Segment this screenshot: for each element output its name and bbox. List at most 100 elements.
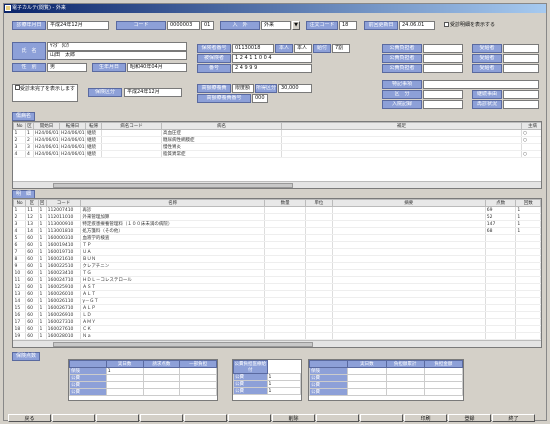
summary-cell[interactable] <box>142 374 181 382</box>
summary-cell[interactable] <box>385 374 425 382</box>
column-header[interactable]: 点数 <box>484 199 517 207</box>
summary-cell[interactable]: 1 <box>266 387 301 395</box>
summary-cell[interactable] <box>385 388 425 396</box>
date-field[interactable]: 平成24年12月 <box>47 21 109 30</box>
disease-row[interactable]: 4 4 H24/06/01 H24/06/01 継続 脂質異常症 ○ <box>13 150 541 158</box>
column-header[interactable]: コード <box>45 199 82 207</box>
revisit-field[interactable] <box>503 100 539 109</box>
public-funder-field[interactable] <box>423 54 463 63</box>
column-header[interactable]: 回 <box>37 199 47 207</box>
summary-cell[interactable] <box>423 388 464 396</box>
prev-date-field[interactable]: 24.06.01 <box>399 21 435 30</box>
insured-type-field[interactable]: 本人 <box>294 44 312 53</box>
order-field[interactable]: 18 <box>339 21 357 30</box>
column-header[interactable]: 回数 <box>515 199 541 207</box>
detail-row[interactable]: 12 60 1 160025910 ＡＳＴ <box>13 283 541 291</box>
scroll-thumb[interactable] <box>53 183 293 188</box>
disease-hscroll[interactable] <box>13 181 541 188</box>
detail-row[interactable]: 17 60 1 160027310 ＡＭＹ <box>13 318 541 326</box>
detail-row[interactable]: 14 60 1 160026110 γ－ＧＴ <box>13 297 541 305</box>
detail-row[interactable]: 3 13 1 113000910 特定疾患療養管理料（１００床未満の病院） 147 1 <box>13 220 541 228</box>
summary-cell[interactable] <box>142 367 181 375</box>
birth-field[interactable]: 昭和40年04月 <box>127 63 187 72</box>
detail-row[interactable]: 8 60 1 160021610 ＢＵＮ <box>13 255 541 263</box>
summary-cell[interactable] <box>347 374 387 382</box>
summary-cell[interactable] <box>179 367 217 375</box>
summary-cell[interactable]: 1 <box>266 373 301 381</box>
summary-cell[interactable] <box>179 381 217 389</box>
column-header[interactable]: 開始日 <box>33 122 60 130</box>
high-cost-limit[interactable]: 限度額 <box>232 84 254 93</box>
column-header[interactable]: 転帰 <box>85 122 102 130</box>
scroll-thumb[interactable] <box>53 342 313 347</box>
detail-row[interactable]: 9 60 1 160022510 クレアチニン <box>13 262 541 270</box>
summary-cell[interactable] <box>385 367 425 375</box>
insured-no-field[interactable]: 2 4 9 9 9 <box>232 64 312 73</box>
function-key-button[interactable]: 印刷 <box>404 414 447 422</box>
class-field[interactable] <box>423 90 463 99</box>
name-kana-field[interactable]: ﾔﾏﾀﾞ ﾀﾛｳ <box>47 42 187 51</box>
function-key-button[interactable] <box>184 414 227 422</box>
code-suffix-field[interactable]: 01 <box>201 21 214 30</box>
detail-row[interactable]: 13 60 1 160026010 ＡＬＴ <box>13 290 541 298</box>
inout-dropdown-icon[interactable]: ▼ <box>292 21 300 30</box>
summary-cell[interactable] <box>347 367 387 375</box>
detail-table[interactable]: No 区回コード 名称 数量 単位 摘要 点数 回数 1 11 1 112007410 再診 69 1 2 1… <box>12 198 542 348</box>
summary-cell[interactable] <box>423 367 464 375</box>
disease-row[interactable]: 2 2 H24/06/01 H24/06/01 継続 糖尿病性網膜症 ○ <box>13 136 541 144</box>
detail-row[interactable]: 4 14 1 113001810 処方箋料（その他） 68 1 <box>13 227 541 235</box>
disease-row[interactable]: 3 3 H24/06/01 H24/06/01 継続 慢性胃炎 <box>13 143 541 151</box>
high-cost-amount[interactable]: 30,000 <box>278 84 312 93</box>
summary-cell[interactable] <box>105 388 144 396</box>
ins-kind-field[interactable]: 平成24年12月 <box>124 88 182 97</box>
function-key-button[interactable] <box>96 414 139 422</box>
disease-table[interactable]: No 区開始日 転帰日 転帰 病名コード 病名 補足 主病 1 1 H24/06/01 H24/06… <box>12 121 542 189</box>
column-header[interactable]: 摘要 <box>331 199 486 207</box>
admission-field[interactable] <box>423 100 463 109</box>
detail-row[interactable]: 11 60 1 160024710 ＨＤＬ－コレステロール <box>13 276 541 284</box>
public-funder-field[interactable] <box>423 44 463 53</box>
show-detail-check[interactable]: 受診明細を表示する <box>444 22 495 29</box>
sex-field[interactable]: 男 <box>47 63 87 72</box>
detail-row[interactable]: 5 60 1 160000310 血液学的検査 <box>13 234 541 242</box>
summary-cell[interactable] <box>142 381 181 389</box>
detail-row[interactable]: 19 60 1 160028010 Ｎａ <box>13 332 541 340</box>
column-header[interactable]: No <box>13 199 27 207</box>
incomplete-check[interactable]: 受診未完了を表示します <box>12 84 78 102</box>
insurer-field[interactable]: 01130018 <box>232 44 274 53</box>
column-header[interactable]: 名称 <box>80 199 266 207</box>
special-field[interactable] <box>423 80 539 89</box>
checkbox-icon[interactable] <box>444 22 449 27</box>
summary-cell[interactable] <box>423 381 464 389</box>
function-key-button[interactable]: 削除 <box>272 414 315 422</box>
summary-cell[interactable]: 1 <box>105 367 144 375</box>
function-key-button[interactable] <box>228 414 271 422</box>
column-header[interactable]: 数量 <box>264 199 307 207</box>
detail-hscroll[interactable] <box>13 340 541 347</box>
function-key-button[interactable] <box>140 414 183 422</box>
function-key-button[interactable]: 戻る <box>8 414 51 422</box>
function-key-button[interactable]: 終了 <box>492 414 535 422</box>
column-header[interactable]: 主病 <box>521 122 541 130</box>
public-recipient-field[interactable] <box>503 54 539 63</box>
detail-row[interactable]: 1 11 1 112007410 再診 69 1 <box>13 206 541 214</box>
function-key-button[interactable] <box>316 414 359 422</box>
detail-row[interactable]: 18 60 1 160027610 ＣＫ <box>13 325 541 333</box>
summary-cell[interactable]: 1 <box>266 380 301 388</box>
summary-cell[interactable] <box>385 381 425 389</box>
summary-cell[interactable] <box>105 381 144 389</box>
function-key-button[interactable] <box>360 414 403 422</box>
column-header[interactable]: 補足 <box>281 122 522 130</box>
summary-cell[interactable] <box>347 381 387 389</box>
code-field[interactable]: 0000003 <box>167 21 200 30</box>
detail-row[interactable]: 15 60 1 160026710 ＡＬＰ <box>13 304 541 312</box>
column-header[interactable]: 病名 <box>161 122 282 130</box>
summary-cell[interactable] <box>347 388 387 396</box>
public-funder-field[interactable] <box>423 64 463 73</box>
column-header[interactable]: 区 <box>25 122 34 130</box>
public-recipient-field[interactable] <box>503 44 539 53</box>
summary-cell[interactable] <box>179 388 217 396</box>
name-field[interactable]: 山田 太郎 <box>47 51 187 60</box>
function-key-button[interactable]: 登録 <box>448 414 491 422</box>
high-cost-no-field[interactable]: 000 <box>252 94 268 103</box>
